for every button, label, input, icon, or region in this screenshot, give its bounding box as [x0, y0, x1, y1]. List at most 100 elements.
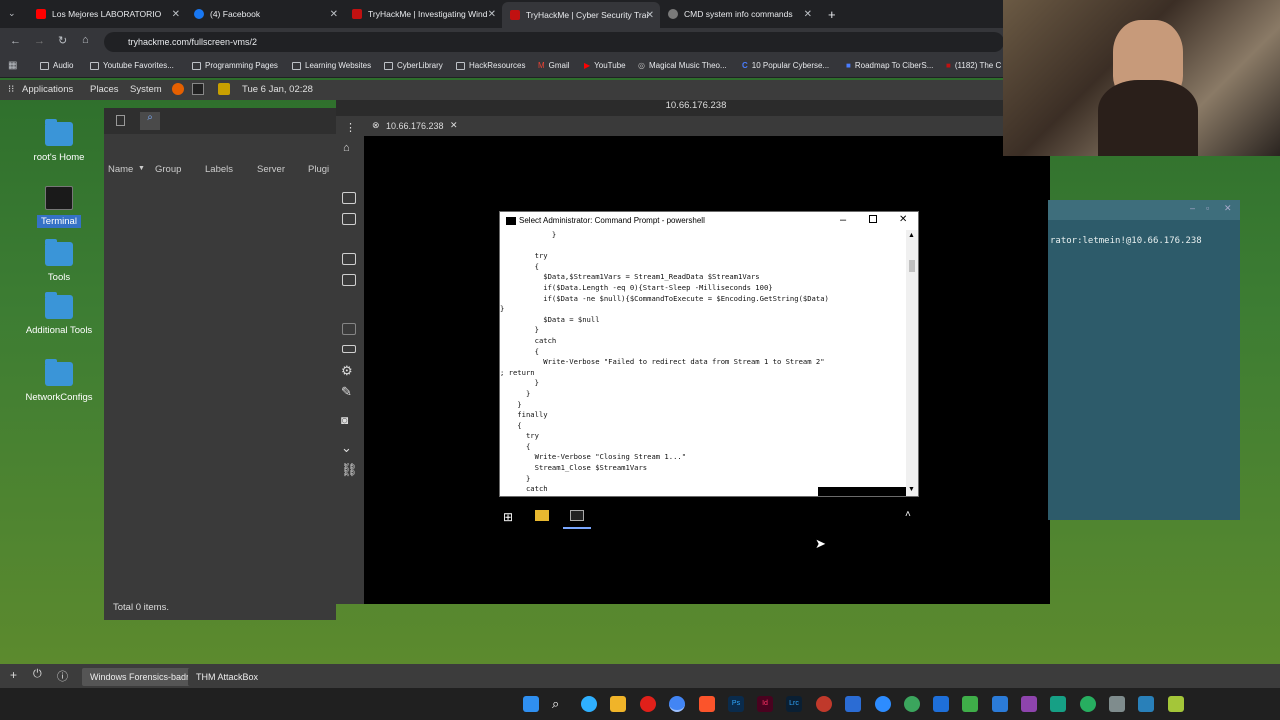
app-icon[interactable] [1080, 696, 1096, 712]
keyboard-icon[interactable] [342, 345, 356, 353]
tools-wrench-icon[interactable]: ✎ [341, 384, 352, 400]
desktop-icon-terminal[interactable]: Terminal [9, 186, 109, 228]
app-icon[interactable] [933, 696, 949, 712]
home-icon[interactable]: ⌂ [82, 34, 89, 46]
fit-window-icon[interactable] [342, 192, 356, 204]
desktop-icon-networkconfigs[interactable]: NetworkConfigs [9, 359, 109, 403]
cmd-output[interactable]: } try { $Data,$Stream1Vars = Stream1_Rea… [500, 230, 906, 496]
apps-grid-icon[interactable]: ▦ [8, 60, 17, 71]
bookmark-1182[interactable]: ■ (1182) The C [946, 61, 1001, 70]
indesign-icon[interactable]: Id [757, 696, 773, 712]
settings-gear-icon[interactable]: ⚙ [341, 363, 353, 379]
bookmark-youtube-favorites[interactable]: Youtube Favorites... [90, 61, 174, 70]
desktop-icon-tools[interactable]: Tools [9, 239, 109, 283]
terminal-titlebar[interactable]: – ▫ ✕ [1048, 200, 1240, 220]
tab-facebook[interactable]: (4) Facebook ✕ [186, 4, 344, 24]
task-windows-forensics[interactable]: Windows Forensics-badr [82, 668, 198, 686]
close-icon[interactable]: ✕ [646, 10, 654, 21]
close-icon[interactable]: ✕ [1224, 203, 1232, 214]
bookmark-roadmap[interactable]: ■ Roadmap To CiberS... [846, 61, 933, 70]
tab-search-icon[interactable]: ⌄ [8, 8, 16, 19]
desktop-icon-additional-tools[interactable]: Additional Tools [9, 292, 109, 336]
tab-connection-label[interactable]: 10.66.176.238 [386, 121, 444, 131]
back-icon[interactable]: ← [10, 35, 21, 47]
reload-icon[interactable]: ↻ [58, 34, 67, 47]
firefox-icon[interactable] [172, 83, 184, 95]
maximize-icon[interactable] [869, 215, 877, 223]
scroll-thumb[interactable] [909, 260, 915, 272]
column-labels[interactable]: Labels [205, 164, 233, 175]
bookmark-magical-music[interactable]: ◎ Magical Music Theo... [638, 61, 727, 70]
tab-los-mejores[interactable]: Los Mejores LABORATORIO ✕ [28, 4, 186, 24]
app-icon[interactable] [1168, 696, 1184, 712]
cmd-scrollbar[interactable]: ▲ ▼ [906, 230, 918, 496]
app-icon[interactable] [1050, 696, 1066, 712]
app-icon[interactable] [1109, 696, 1125, 712]
bookmark-learning-websites[interactable]: Learning Websites [292, 61, 371, 70]
copilot-icon[interactable] [581, 696, 597, 712]
tab-cmd-system-info[interactable]: CMD system info commands ✕ [660, 4, 818, 24]
chevron-up-icon[interactable]: ˄ [905, 509, 911, 520]
scroll-down-icon[interactable]: ▼ [908, 486, 915, 493]
disconnect-icon[interactable]: ⛓ [341, 462, 358, 478]
tool-icon[interactable] [962, 696, 978, 712]
maps-icon[interactable] [904, 696, 920, 712]
cmd-taskbar-button[interactable] [563, 503, 591, 529]
zoom-icon[interactable] [875, 696, 891, 712]
app-launcher-icon[interactable] [218, 83, 230, 95]
shield-icon[interactable] [845, 696, 861, 712]
windows-start-icon[interactable]: ⊞ [503, 510, 513, 524]
search-icon[interactable]: ⌕ [552, 696, 568, 712]
close-icon[interactable]: ✕ [330, 9, 338, 20]
column-server[interactable]: Server [257, 164, 285, 175]
photoshop-icon[interactable]: Ps [728, 696, 744, 712]
search-icon[interactable]: ⌕ [140, 112, 160, 130]
bookmark-cyberlibrary[interactable]: CyberLibrary [384, 61, 443, 70]
minimize-icon[interactable]: – [840, 214, 846, 226]
close-icon[interactable]: ✕ [804, 9, 812, 20]
new-tab-button[interactable]: + [820, 4, 840, 24]
close-icon[interactable]: ✕ [488, 9, 496, 20]
column-plugin[interactable]: Plugi [308, 164, 329, 175]
power-icon[interactable]: ⏻ [33, 668, 42, 681]
minimize-icon[interactable]: – [1190, 203, 1195, 213]
minimize-chevron-icon[interactable]: ⌄ [341, 440, 352, 456]
switch-tab-icon[interactable] [342, 323, 356, 335]
maximize-icon[interactable]: ▫ [1206, 203, 1209, 213]
apps-grid-icon[interactable]: ⁝⁝ [8, 84, 14, 95]
file-explorer-icon[interactable] [535, 510, 549, 521]
tab-tryhackme-cyber-security[interactable]: TryHackMe | Cyber Security Trai ✕ [502, 2, 660, 28]
bookmark-popular-cyber[interactable]: C 10 Popular Cyberse... [742, 61, 829, 70]
app-icon[interactable] [1138, 696, 1154, 712]
file-explorer-icon[interactable] [610, 696, 626, 712]
close-icon[interactable]: ✕ [899, 214, 907, 225]
scroll-up-icon[interactable]: ▲ [908, 232, 915, 239]
brave-icon[interactable] [699, 696, 715, 712]
url-input[interactable]: tryhackme.com/fullscreen-vms/2 [104, 32, 1004, 52]
chrome-icon[interactable] [669, 696, 685, 712]
vscode-icon[interactable] [992, 696, 1008, 712]
terminal-launcher-icon[interactable] [192, 83, 204, 95]
menu-places[interactable]: Places [90, 84, 119, 95]
task-thm-attackbox[interactable]: THM AttackBox [188, 668, 267, 686]
menu-system[interactable]: System [130, 84, 162, 95]
bookmark-gmail[interactable]: M Gmail [538, 61, 570, 70]
opera-icon[interactable] [640, 696, 656, 712]
column-group[interactable]: Group [155, 164, 181, 175]
close-icon[interactable]: ✕ [450, 120, 458, 131]
fullscreen-mode-icon[interactable] [342, 274, 356, 286]
app-icon[interactable] [1021, 696, 1037, 712]
tab-tryhackme-investigating[interactable]: TryHackMe | Investigating Wind ✕ [344, 4, 502, 24]
bookmark-hackresources[interactable]: HackResources [456, 61, 525, 70]
lightroom-icon[interactable]: Lrc [786, 696, 802, 712]
creative-cloud-icon[interactable] [816, 696, 832, 712]
forward-icon[interactable]: → [34, 35, 45, 47]
new-connection-icon[interactable] [116, 115, 125, 126]
windows-start-icon[interactable] [523, 696, 539, 712]
info-icon[interactable]: ⓘ [57, 668, 68, 684]
scale-icon[interactable] [342, 253, 356, 265]
bookmark-programming-pages[interactable]: Programming Pages [192, 61, 278, 70]
bookmark-youtube[interactable]: ▶ YouTube [584, 61, 626, 70]
menu-kebab-icon[interactable]: ⋮ [345, 121, 356, 134]
fullscreen-icon[interactable] [342, 213, 356, 225]
